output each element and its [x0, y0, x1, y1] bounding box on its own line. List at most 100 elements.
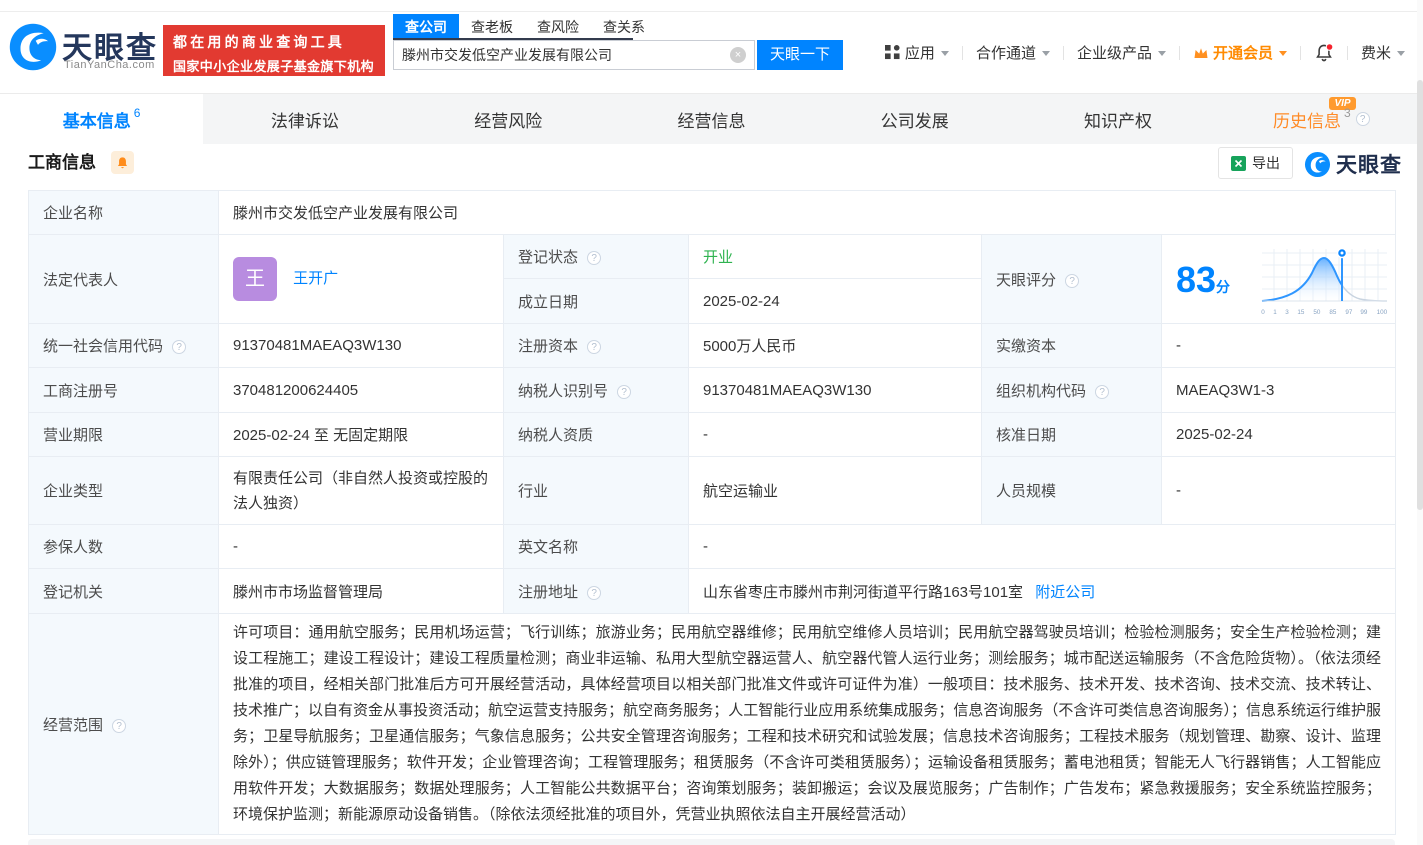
tab-basic-info[interactable]: 基本信息 6 [0, 94, 204, 144]
uscc-value: 91370481MAEAQ3W130 [218, 323, 504, 368]
section-title: 工商信息 [28, 153, 96, 172]
search-button[interactable]: 天眼一下 [757, 40, 843, 70]
scrollbar-thumb[interactable] [1417, 80, 1423, 510]
table-row: 企业类型 有限责任公司（非自然人投资或控股的法人独资） 行业 航空运输业 人员规… [28, 456, 1397, 525]
insured-label: 参保人数 [28, 524, 219, 569]
taxpayer-qual-label: 纳税人资质 [503, 412, 689, 457]
tab-operating-risk-label: 经营风险 [474, 111, 543, 131]
org-code-label-cell: 组织机构代码 ? [981, 367, 1162, 413]
tianyancha-logo-icon[interactable] [8, 22, 58, 77]
crown-icon [1194, 47, 1208, 58]
page: 天眼查 TianYanCha.com 都在用的商业查询工具 国家中小企业发展子基… [0, 0, 1423, 845]
legal-rep-label: 法定代表人 [28, 234, 219, 324]
search-tab-boss[interactable]: 查老板 [459, 14, 525, 40]
tab-history-info[interactable]: VIP 历史信息 3 ? [1220, 94, 1423, 144]
score-value-cell: 83分 0 1 3 15 50 85 97 99 100 [1160, 234, 1397, 324]
org-code-label: 组织机构代码 [996, 382, 1087, 400]
monitor-bell-button[interactable] [111, 151, 134, 174]
nav-apps-label: 应用 [904, 45, 935, 62]
legal-rep-avatar[interactable]: 王 [233, 257, 277, 301]
bell-icon [117, 156, 128, 168]
export-button[interactable]: 导出 [1218, 147, 1293, 179]
business-scope-label: 经营范围 [43, 716, 104, 734]
help-icon[interactable]: ? [1095, 384, 1110, 399]
nav-cooperation[interactable]: 合作通道 [976, 42, 1050, 63]
table-row: 登记机关 滕州市市场监督管理局 注册地址 ? 山东省枣庄市滕州市荆河街道平行路1… [28, 568, 1397, 614]
org-code-value: MAEAQ3W1-3 [1160, 367, 1397, 413]
tab-basic-info-label: 基本信息 [62, 111, 131, 131]
nav-enterprise-products[interactable]: 企业级产品 [1077, 42, 1166, 63]
score-axis-label: 50 [1313, 308, 1321, 316]
business-info-table: 企业名称 滕州市交发低空产业发展有限公司 法定代表人 王 王开广 登记状态 ? … [28, 190, 1397, 835]
table-row: 企业名称 滕州市交发低空产业发展有限公司 [28, 190, 1397, 235]
uscc-label: 统一社会信用代码 [43, 338, 164, 355]
company-section-tabs: 基本信息 6 法律诉讼 经营风险 经营信息 公司发展 知识产权 VIP 历史信息… [0, 93, 1423, 144]
taxpayer-qual-value: - [688, 412, 982, 457]
help-icon[interactable]: ? [587, 251, 602, 265]
table-row: 营业期限 2025-02-24 至 无固定期限 纳税人资质 - 核准日期 202… [28, 412, 1397, 457]
apps-grid-icon [884, 45, 900, 60]
industry-label: 行业 [503, 456, 689, 525]
help-icon[interactable]: ? [172, 340, 187, 354]
paid-capital-value: - [1160, 323, 1397, 368]
search-tab-risk[interactable]: 查风险 [525, 14, 591, 40]
tab-legal[interactable]: 法律诉讼 [203, 94, 406, 144]
help-icon[interactable]: ? [617, 384, 632, 399]
nav-vip-label: 开通会员 [1212, 45, 1273, 62]
english-name-label: 英文名称 [503, 524, 689, 569]
company-name-value: 滕州市交发低空产业发展有限公司 [217, 190, 1397, 235]
nav-open-vip[interactable]: 开通会员 [1193, 42, 1287, 63]
taxpayer-id-label-cell: 纳税人识别号 ? [503, 367, 689, 413]
help-icon[interactable]: ? [1355, 112, 1370, 126]
nearby-companies-link[interactable]: 附近公司 [1035, 584, 1095, 601]
table-row: 工商注册号 370481200624405 纳税人识别号 ? 91370481M… [28, 367, 1397, 413]
search-tab-company[interactable]: 查公司 [393, 14, 459, 40]
score-label: 天眼评分 [996, 271, 1057, 289]
help-icon[interactable]: ? [112, 718, 127, 733]
tab-intellectual-property[interactable]: 知识产权 [1016, 94, 1219, 144]
slogan-line2: 国家中小企业发展子基金旗下机构 [173, 59, 375, 74]
nav-divider [1346, 45, 1348, 60]
clear-search-icon[interactable]: × [730, 47, 746, 63]
reg-status-label: 登记状态 [518, 249, 579, 266]
search-input[interactable] [394, 47, 730, 63]
page-scrollbar[interactable] [1417, 0, 1423, 845]
help-icon[interactable]: ? [587, 340, 602, 354]
address-value-cell: 山东省枣庄市滕州市荆河街道平行路163号101室 附近公司 [687, 568, 1397, 614]
help-icon[interactable]: ? [587, 585, 602, 600]
help-icon[interactable]: ? [1065, 273, 1080, 288]
address-label: 注册地址 [518, 583, 579, 601]
score-axis-label: 85 [1329, 308, 1337, 316]
notifications-bell[interactable] [1314, 42, 1334, 63]
legal-rep-link[interactable]: 王开广 [293, 270, 338, 287]
tab-operating-risk[interactable]: 经营风险 [407, 94, 610, 144]
reg-status-value-cell: 开业 [688, 234, 982, 279]
nav-apps[interactable]: 应用 [884, 42, 949, 63]
taxpayer-id-value: 91370481MAEAQ3W130 [688, 367, 982, 413]
tab-operating-info[interactable]: 经营信息 [610, 94, 813, 144]
nav-divider [1299, 45, 1301, 60]
insured-value: - [218, 524, 504, 569]
business-scope-value: 许可项目：通用航空服务；民用机场运营；飞行训练；旅游业务；民用航空器维修；民用航… [217, 613, 1397, 835]
chevron-down-icon [940, 51, 949, 56]
score-number: 83分 [1176, 262, 1230, 298]
tab-basic-info-count: 6 [133, 106, 141, 120]
score-axis-label: 100 [1376, 308, 1388, 316]
establish-date-value: 2025-02-24 [688, 278, 982, 324]
tab-company-development-label: 公司发展 [880, 111, 949, 131]
reg-no-value: 370481200624405 [218, 367, 504, 413]
table-row: 统一社会信用代码 ? 91370481MAEAQ3W130 注册资本 ? 500… [28, 323, 1397, 368]
approve-date-label: 核准日期 [981, 412, 1162, 457]
watermark-brand: 天眼查 [1336, 154, 1402, 177]
chevron-down-icon [1278, 51, 1287, 56]
business-term-label: 营业期限 [28, 412, 219, 457]
business-term-value: 2025-02-24 至 无固定期限 [218, 412, 504, 457]
nav-user-menu[interactable]: 费米 [1361, 42, 1405, 63]
english-name-value: - [687, 524, 1397, 569]
nav-divider [1062, 45, 1064, 60]
approve-date-value: 2025-02-24 [1160, 412, 1397, 457]
company-type-label: 企业类型 [28, 456, 219, 525]
score-distribution-chart: 0 1 3 15 50 85 97 99 100 [1258, 245, 1391, 316]
search-tab-relation[interactable]: 查关系 [591, 14, 657, 40]
tab-company-development[interactable]: 公司发展 [813, 94, 1016, 144]
